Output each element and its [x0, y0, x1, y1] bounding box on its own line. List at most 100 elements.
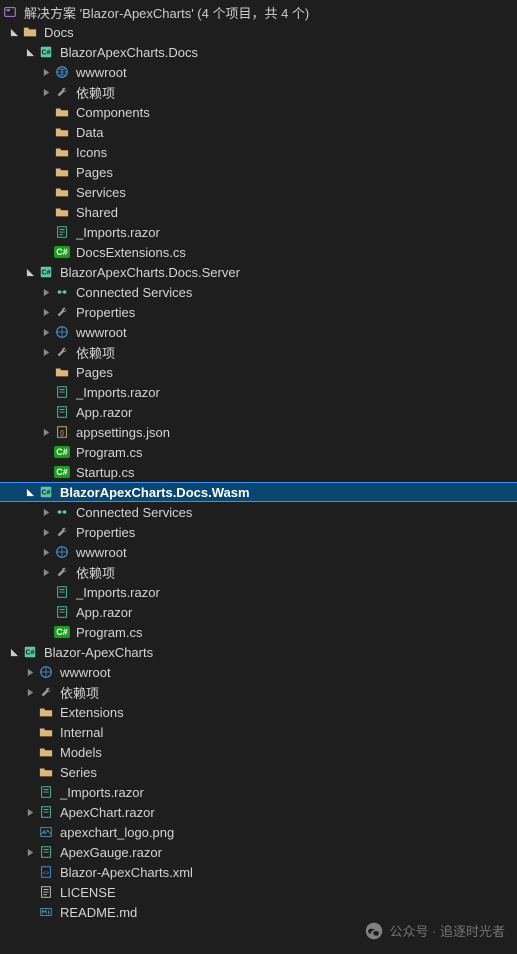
node-wwwroot[interactable]: wwwroot: [0, 322, 517, 342]
file-apexchart-razor[interactable]: ApexChart.razor: [0, 802, 517, 822]
node-label: ApexChart.razor: [60, 805, 155, 820]
folder-services[interactable]: Services: [0, 182, 517, 202]
folder-pages[interactable]: Pages: [0, 362, 517, 382]
node-wwwroot[interactable]: wwwroot: [0, 662, 517, 682]
folder-series[interactable]: Series: [0, 762, 517, 782]
collapsed-arrow-icon[interactable]: [40, 546, 52, 558]
node-label: _Imports.razor: [76, 385, 160, 400]
folder-extensions[interactable]: Extensions: [0, 702, 517, 722]
connected-services-icon: [54, 504, 70, 520]
node-label: _Imports.razor: [76, 585, 160, 600]
file-program-cs[interactable]: C# Program.cs: [0, 442, 517, 462]
file-blazor-apexcharts-xml[interactable]: <> Blazor-ApexCharts.xml: [0, 862, 517, 882]
project-blazor-apexcharts[interactable]: C# Blazor-ApexCharts: [0, 642, 517, 662]
folder-internal[interactable]: Internal: [0, 722, 517, 742]
expand-arrow-icon[interactable]: [8, 26, 20, 38]
file-license[interactable]: LICENSE: [0, 882, 517, 902]
node-label: 依赖项: [76, 343, 115, 362]
file-program-cs[interactable]: C# Program.cs: [0, 622, 517, 642]
csharp-file-icon: C#: [54, 464, 70, 480]
project-docs[interactable]: C# BlazorApexCharts.Docs: [0, 42, 517, 62]
node-label: Blazor-ApexCharts.xml: [60, 865, 193, 880]
razor-file-icon: [54, 584, 70, 600]
project-docs-server[interactable]: C# BlazorApexCharts.Docs.Server: [0, 262, 517, 282]
folder-icons[interactable]: Icons: [0, 142, 517, 162]
collapsed-arrow-icon[interactable]: [40, 346, 52, 358]
folder-docs[interactable]: Docs: [0, 22, 517, 42]
node-deps[interactable]: 依赖项: [0, 342, 517, 362]
collapsed-arrow-icon[interactable]: [40, 326, 52, 338]
collapsed-arrow-icon[interactable]: [40, 526, 52, 538]
folder-icon: [54, 364, 70, 380]
collapsed-arrow-icon[interactable]: [24, 666, 36, 678]
collapsed-arrow-icon[interactable]: [40, 86, 52, 98]
node-connected-services[interactable]: Connected Services: [0, 282, 517, 302]
node-label: Models: [60, 745, 102, 760]
folder-components[interactable]: Components: [0, 102, 517, 122]
razor-file-icon: [54, 384, 70, 400]
collapsed-arrow-icon[interactable]: [24, 806, 36, 818]
node-label: App.razor: [76, 405, 132, 420]
file-app-razor[interactable]: App.razor: [0, 402, 517, 422]
csproj-icon: C#: [38, 44, 54, 60]
node-label: 依赖项: [60, 683, 99, 702]
folder-icon: [54, 104, 70, 120]
expand-arrow-icon[interactable]: [24, 46, 36, 58]
collapsed-arrow-icon[interactable]: [24, 846, 36, 858]
node-deps[interactable]: 依赖项: [0, 682, 517, 702]
folder-pages[interactable]: Pages: [0, 162, 517, 182]
collapsed-arrow-icon[interactable]: [40, 566, 52, 578]
node-label: 依赖项: [76, 83, 115, 102]
file-readme-md[interactable]: README.md: [0, 902, 517, 922]
node-deps[interactable]: 依赖项: [0, 82, 517, 102]
node-wwwroot[interactable]: wwwroot: [0, 542, 517, 562]
folder-shared[interactable]: Shared: [0, 202, 517, 222]
file-imports-razor[interactable]: _Imports.razor: [0, 782, 517, 802]
file-startup-cs[interactable]: C# Startup.cs: [0, 462, 517, 482]
solution-explorer-tree[interactable]: 解决方案 'Blazor-ApexCharts' (4 个项目，共 4 个) D…: [0, 0, 517, 924]
expand-arrow-icon[interactable]: [24, 486, 36, 498]
node-properties[interactable]: Properties: [0, 302, 517, 322]
razor-file-icon: [54, 604, 70, 620]
file-docsextensions-cs[interactable]: C# DocsExtensions.cs: [0, 242, 517, 262]
file-apexchart-logo-png[interactable]: apexchart_logo.png: [0, 822, 517, 842]
file-apexgauge-razor[interactable]: ApexGauge.razor: [0, 842, 517, 862]
expand-arrow-icon[interactable]: [24, 266, 36, 278]
csproj-icon: C#: [38, 264, 54, 280]
markdown-file-icon: [38, 904, 54, 920]
folder-open-icon: [22, 24, 38, 40]
node-label: _Imports.razor: [76, 225, 160, 240]
collapsed-arrow-icon[interactable]: [40, 306, 52, 318]
node-deps[interactable]: 依赖项: [0, 562, 517, 582]
node-label: Properties: [76, 525, 135, 540]
collapsed-arrow-icon[interactable]: [40, 506, 52, 518]
collapsed-arrow-icon[interactable]: [40, 66, 52, 78]
csharp-file-icon: C#: [54, 244, 70, 260]
file-imports-razor[interactable]: _Imports.razor: [0, 382, 517, 402]
node-label: Program.cs: [76, 625, 142, 640]
expand-arrow-icon[interactable]: [8, 646, 20, 658]
file-imports-razor[interactable]: _Imports.razor: [0, 222, 517, 242]
folder-data[interactable]: Data: [0, 122, 517, 142]
node-wwwroot[interactable]: wwwroot: [0, 62, 517, 82]
node-properties[interactable]: Properties: [0, 522, 517, 542]
node-label: Data: [76, 125, 103, 140]
collapsed-arrow-icon[interactable]: [24, 686, 36, 698]
project-docs-wasm[interactable]: C# BlazorApexCharts.Docs.Wasm: [0, 482, 517, 502]
node-label: BlazorApexCharts.Docs.Server: [60, 265, 240, 280]
node-connected-services[interactable]: Connected Services: [0, 502, 517, 522]
file-app-razor[interactable]: App.razor: [0, 602, 517, 622]
node-label: Blazor-ApexCharts: [44, 645, 153, 660]
node-label: DocsExtensions.cs: [76, 245, 186, 260]
solution-node[interactable]: 解决方案 'Blazor-ApexCharts' (4 个项目，共 4 个): [0, 2, 517, 22]
folder-icon: [54, 164, 70, 180]
file-imports-razor[interactable]: _Imports.razor: [0, 582, 517, 602]
file-appsettings-json[interactable]: {} appsettings.json: [0, 422, 517, 442]
node-label: appsettings.json: [76, 425, 170, 440]
collapsed-arrow-icon[interactable]: [40, 426, 52, 438]
node-label: wwwroot: [76, 65, 127, 80]
csproj-icon: C#: [22, 644, 38, 660]
solution-icon: [2, 4, 18, 20]
collapsed-arrow-icon[interactable]: [40, 286, 52, 298]
folder-models[interactable]: Models: [0, 742, 517, 762]
